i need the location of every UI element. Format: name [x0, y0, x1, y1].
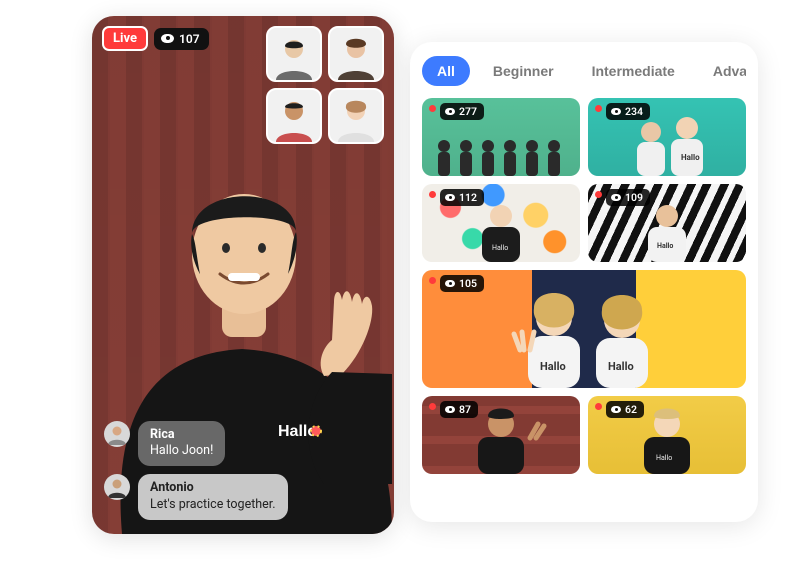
chat-author: Rica — [150, 428, 213, 442]
chat-bubble: Antonio Let's practice together. — [138, 474, 288, 520]
participant-thumbnail[interactable] — [328, 26, 384, 82]
viewer-count-value: 107 — [179, 32, 200, 46]
svg-text:Hallo: Hallo — [608, 360, 634, 373]
viewer-count-value: 234 — [625, 105, 643, 118]
viewer-count-value: 109 — [625, 191, 643, 204]
live-badge: Live — [102, 26, 148, 51]
eye-icon — [611, 194, 621, 201]
viewer-count-badge: 277 — [440, 103, 484, 120]
eye-icon — [611, 108, 621, 115]
chat-text: Hallo Joon! — [150, 444, 213, 458]
viewer-count-value: 105 — [459, 277, 477, 290]
svg-text:Hallo: Hallo — [656, 454, 672, 462]
recording-dot-icon — [429, 191, 436, 198]
stream-thumbnail[interactable]: 112 Hallo — [422, 184, 580, 262]
tab-all[interactable]: All — [422, 56, 470, 86]
svg-text:Hallo: Hallo — [540, 360, 566, 373]
eye-icon — [445, 194, 455, 201]
viewer-count-value: 87 — [459, 403, 471, 416]
stream-thumbnail[interactable]: 87 — [422, 396, 580, 474]
recording-dot-icon — [429, 105, 436, 112]
tab-advanced[interactable]: Advanced — [698, 56, 746, 86]
eye-icon — [445, 406, 455, 413]
eye-icon — [445, 280, 455, 287]
avatar — [104, 421, 130, 447]
recording-dot-icon — [595, 191, 602, 198]
viewer-count-badge: 62 — [606, 401, 644, 418]
recording-dot-icon — [595, 403, 602, 410]
viewer-count-value: 62 — [625, 403, 637, 416]
chat-author: Antonio — [150, 481, 276, 495]
recording-dot-icon — [429, 403, 436, 410]
recording-dot-icon — [595, 105, 602, 112]
live-session-card[interactable]: Live 107 — [92, 16, 394, 534]
tab-intermediate[interactable]: Intermediate — [577, 56, 690, 86]
svg-text:Hallo: Hallo — [657, 242, 673, 250]
stream-thumbnail[interactable]: 234 Hallo — [588, 98, 746, 176]
participant-grid — [266, 26, 384, 144]
viewer-count-value: 277 — [459, 105, 477, 118]
stream-thumbnail[interactable]: 109 Hallo — [588, 184, 746, 262]
chat-message: Antonio Let's practice together. — [104, 474, 372, 520]
stream-thumbnail[interactable]: 277 — [422, 98, 580, 176]
viewer-count-badge: 105 — [440, 275, 484, 292]
stream-thumbnail[interactable]: 105 Hallo — [422, 270, 746, 388]
chat-bubble: Rica Hallo Joon! — [138, 421, 225, 467]
tab-beginner[interactable]: Beginner — [478, 56, 569, 86]
eye-icon — [611, 406, 621, 413]
avatar — [104, 474, 130, 500]
recording-dot-icon — [429, 277, 436, 284]
stream-grid: 277 234 — [422, 98, 746, 474]
viewer-count-badge: 87 — [440, 401, 478, 418]
viewer-count-badge: 107 — [154, 28, 209, 50]
participant-thumbnail[interactable] — [328, 88, 384, 144]
svg-text:Hallo: Hallo — [492, 244, 508, 252]
viewer-count-value: 112 — [459, 191, 477, 204]
level-tabs: All Beginner Intermediate Advanced — [422, 56, 746, 86]
eye-icon — [445, 108, 455, 115]
viewer-count-badge: 234 — [606, 103, 650, 120]
eye-icon — [161, 34, 174, 43]
svg-text:Hallo: Hallo — [681, 153, 700, 162]
chat-area: Rica Hallo Joon! Antonio Let's practice … — [104, 421, 372, 521]
stream-thumbnail[interactable]: 62 Hallo — [588, 396, 746, 474]
chat-text: Let's practice together. — [150, 498, 276, 512]
participant-thumbnail[interactable] — [266, 26, 322, 82]
viewer-count-badge: 112 — [440, 189, 484, 206]
chat-message: Rica Hallo Joon! — [104, 421, 372, 467]
gallery-card: All Beginner Intermediate Advanced 277 — [410, 42, 758, 522]
participant-thumbnail[interactable] — [266, 88, 322, 144]
viewer-count-badge: 109 — [606, 189, 650, 206]
